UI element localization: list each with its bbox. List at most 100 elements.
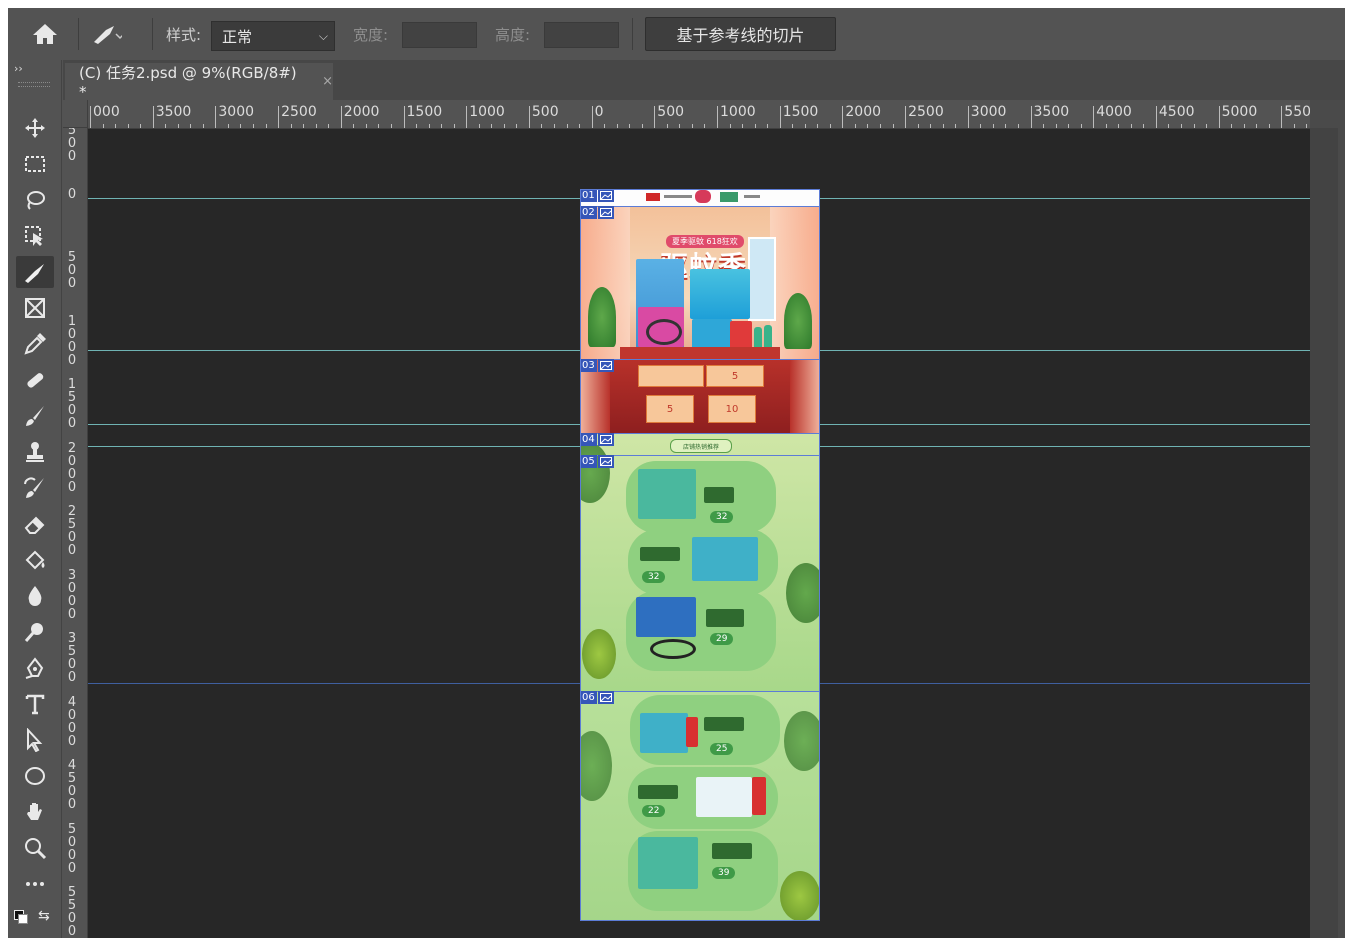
eyedropper-tool-icon[interactable] [16,328,54,360]
clone-stamp-tool-icon[interactable] [16,436,54,468]
ruler-label: 0 [67,186,77,202]
ruler-tick [1218,106,1220,128]
ruler-minor-tick [1180,124,1182,128]
ruler-minor-tick [1193,124,1195,128]
ruler-minor-tick [641,124,643,128]
ruler-minor-tick [917,124,919,128]
ruler-tick [1030,106,1032,128]
ruler-minor-tick [315,124,317,128]
brush-tool-icon[interactable] [16,400,54,432]
document-artwork[interactable]: 夏季驱蚊 618狂欢 驱蚊季 5 5 10 店铺热销推荐 32 32 29 25… [580,189,820,921]
lasso-tool-icon[interactable] [16,184,54,216]
hand-tool-icon[interactable] [16,796,54,828]
ruler-label: 5000 [67,821,77,876]
height-input[interactable] [544,22,619,48]
ruler-minor-tick [930,124,932,128]
ruler-minor-tick [1306,124,1308,128]
ruler-minor-tick [1231,124,1233,128]
slice-tool-preset-picker[interactable] [92,8,122,60]
blur-tool-icon[interactable] [16,580,54,612]
ruler-label: 3000 [218,104,255,120]
ruler-label: 2500 [908,104,944,120]
ruler-label: 2000 [845,104,882,120]
default-colors-icon[interactable] [14,910,28,924]
slice-tool-icon[interactable] [16,256,54,288]
ruler-minor-tick [1206,124,1208,128]
swap-colors-icon[interactable]: ⇆ [38,908,50,924]
ruler-label: 1000 [720,104,756,120]
ruler-minor-tick [679,124,681,128]
eraser-tool-icon[interactable] [16,508,54,540]
ruler-minor-tick [303,124,305,128]
ellipse-tool-icon[interactable] [16,760,54,792]
ruler-minor-tick [140,124,142,128]
photoshop-window: 样式: 正常 ⌵ 宽度: 高度: 基于参考线的切片 ›› ⇆ (C) 任务2.p… [8,8,1345,938]
ruler-origin[interactable] [63,100,88,128]
ruler-minor-tick [955,124,957,128]
style-select[interactable]: 正常 ⌵ [211,21,335,51]
width-input[interactable] [402,22,477,48]
paint-bucket-tool-icon[interactable] [16,544,54,576]
ruler-minor-tick [1293,124,1295,128]
ruler-minor-tick [453,124,455,128]
slices-from-guides-button[interactable]: 基于参考线的切片 [645,17,836,51]
ruler-label: 5500 [67,885,77,938]
panel-grip[interactable] [18,82,50,87]
document-canvas[interactable]: 夏季驱蚊 618狂欢 驱蚊季 5 5 10 店铺热销推荐 32 32 29 25… [88,129,1310,938]
ruler-label: 2000 [343,104,380,120]
ruler-minor-tick [1005,124,1007,128]
vertical-scrollbar[interactable] [1310,100,1345,938]
vertical-ruler[interactable]: 500 0 500 1000 1500 2000 2500 3000 3500 4000 4500 5… [63,128,88,938]
ruler-tick [654,106,656,128]
width-label: 宽度: [353,25,389,44]
ruler-label: 4000 [1096,104,1132,120]
more-tools-icon[interactable] [16,868,54,900]
zoom-tool-icon[interactable] [16,832,54,864]
pen-tool-icon[interactable] [16,652,54,684]
ruler-tick [215,106,217,128]
ruler-minor-tick [1168,124,1170,128]
dodge-tool-icon[interactable] [16,616,54,648]
history-brush-tool-icon[interactable] [16,472,54,504]
marquee-tool-icon[interactable] [16,148,54,180]
move-tool-icon[interactable] [16,112,54,144]
ruler-minor-tick [754,124,756,128]
ruler-minor-tick [579,124,581,128]
close-tab-icon[interactable]: × [322,74,333,89]
ruler-minor-tick [1130,124,1132,128]
ruler-label: 1500 [782,104,819,120]
ruler-tick [403,106,405,128]
ruler-minor-tick [102,124,104,128]
document-tab-bar: (C) 任务2.psd @ 9%(RGB/8#) * × [63,60,1345,101]
ruler-tick [340,106,342,128]
ruler-tick [1281,106,1283,128]
ruler-tick [591,106,593,128]
ruler-minor-tick [892,124,894,128]
type-tool-icon[interactable] [16,688,54,720]
frame-tool-icon[interactable] [16,292,54,324]
ruler-minor-tick [1068,124,1070,128]
path-selection-tool-icon[interactable] [16,724,54,756]
healing-brush-tool-icon[interactable] [16,364,54,396]
document-tab[interactable]: (C) 任务2.psd @ 9%(RGB/8#) * × [65,63,333,101]
object-selection-tool-icon[interactable] [16,220,54,252]
horizontal-ruler[interactable]: 000 3500 3000 2500 2000 1500 1000 500 0 500 1000 15… [88,100,1310,129]
ruler-minor-tick [202,124,204,128]
ruler-label: 4500 [67,758,77,812]
ruler-minor-tick [729,124,731,128]
collapse-panel-icon[interactable]: ›› [14,62,23,75]
ruler-label: 0 [594,104,604,120]
ruler-minor-tick [1043,124,1045,128]
ruler-minor-tick [265,124,267,128]
ruler-minor-tick [1256,124,1258,128]
ruler-label: 1500 [406,104,443,120]
chevron-down-icon: ⌵ [318,28,328,43]
ruler-minor-tick [227,124,229,128]
ruler-label: 2500 [281,104,317,120]
ruler-minor-tick [1118,124,1120,128]
ruler-minor-tick [328,124,330,128]
home-icon[interactable] [32,8,58,60]
ruler-label: 500 [67,128,77,164]
ruler-minor-tick [353,124,355,128]
ruler-minor-tick [629,124,631,128]
